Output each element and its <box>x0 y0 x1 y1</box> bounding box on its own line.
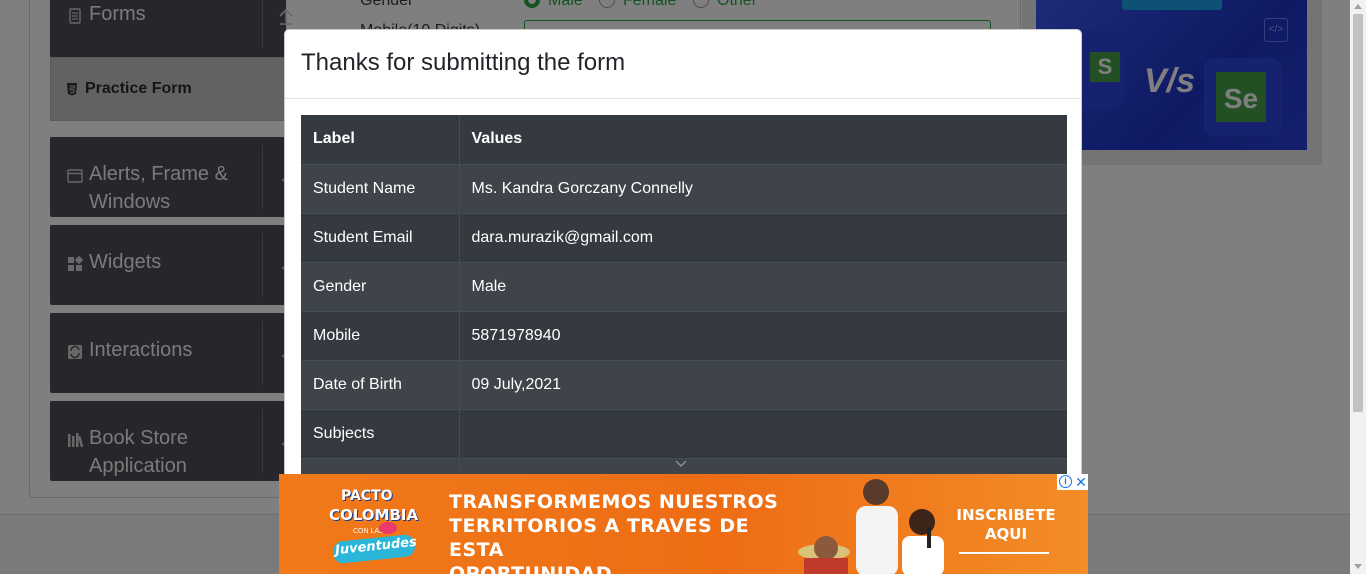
table-row: Mobile 5871978940 <box>301 310 1067 360</box>
scroll-down-arrow-icon[interactable] <box>1354 564 1362 569</box>
table-row: Student Name Ms. Kandra Gorczany Connell… <box>301 163 1067 213</box>
page-scrollbar[interactable] <box>1350 0 1366 574</box>
ad-choices[interactable]: i ✕ <box>1057 474 1088 490</box>
scroll-up-arrow-icon[interactable] <box>1354 4 1362 9</box>
row-value: Male <box>459 261 1067 311</box>
row-label: Student Name <box>301 163 460 213</box>
bottom-advertisement[interactable]: PACTO COLOMBIA CON LAS Juventudes TRANSF… <box>279 474 1088 574</box>
scrollbar-thumb[interactable] <box>1353 14 1363 412</box>
logo-text-line2: COLOMBIA <box>329 506 419 524</box>
column-header-label: Label <box>301 115 460 164</box>
modal-header: Thanks for submitting the form <box>285 30 1081 99</box>
table-header-row: Label Values <box>301 115 1067 164</box>
ad-cta-underline <box>959 552 1049 554</box>
row-value: dara.murazik@gmail.com <box>459 212 1067 262</box>
ad-cta-line1: INSCRIBETE <box>956 506 1056 524</box>
ad-headline-line3: OPORTUNIDAD <box>449 563 613 574</box>
modal-title: Thanks for submitting the form <box>301 49 626 76</box>
row-label: Student Email <box>301 212 460 262</box>
table-row: Student Email dara.murazik@gmail.com <box>301 212 1067 262</box>
row-value <box>459 408 1067 458</box>
ad-cta-button[interactable]: INSCRIBETE AQUI <box>951 506 1061 544</box>
ad-headline-line2: TERRITORIOS A TRAVES DE ESTA <box>449 515 750 561</box>
table-row: Gender Male <box>301 261 1067 311</box>
logo-text-line1: PACTO <box>341 488 393 504</box>
row-label: Gender <box>301 261 460 311</box>
row-label: Mobile <box>301 310 460 360</box>
ad-people-image <box>798 479 944 574</box>
table-row: Date of Birth 09 July,2021 <box>301 359 1067 409</box>
row-value: 5871978940 <box>459 310 1067 360</box>
ad-cta-line2: AQUI <box>984 525 1028 543</box>
ad-info-icon[interactable]: i <box>1059 475 1072 488</box>
row-value: 09 July,2021 <box>459 359 1067 409</box>
row-label: Date of Birth <box>301 359 460 409</box>
ad-headline: TRANSFORMEMOS NUESTROS TERRITORIOS A TRA… <box>449 490 799 574</box>
ad-headline-line1: TRANSFORMEMOS NUESTROS <box>449 491 779 513</box>
column-header-values: Values <box>459 115 1067 164</box>
results-table: Label Values Student Name Ms. Kandra Gor… <box>301 115 1067 507</box>
row-value: Ms. Kandra Gorczany Connelly <box>459 163 1067 213</box>
table-row: Subjects <box>301 408 1067 458</box>
pacto-colombia-logo: PACTO COLOMBIA CON LAS Juventudes <box>319 484 429 566</box>
ad-close-icon[interactable]: ✕ <box>1074 474 1088 490</box>
scroll-down-icon[interactable] <box>675 460 687 468</box>
row-label: Subjects <box>301 408 460 458</box>
